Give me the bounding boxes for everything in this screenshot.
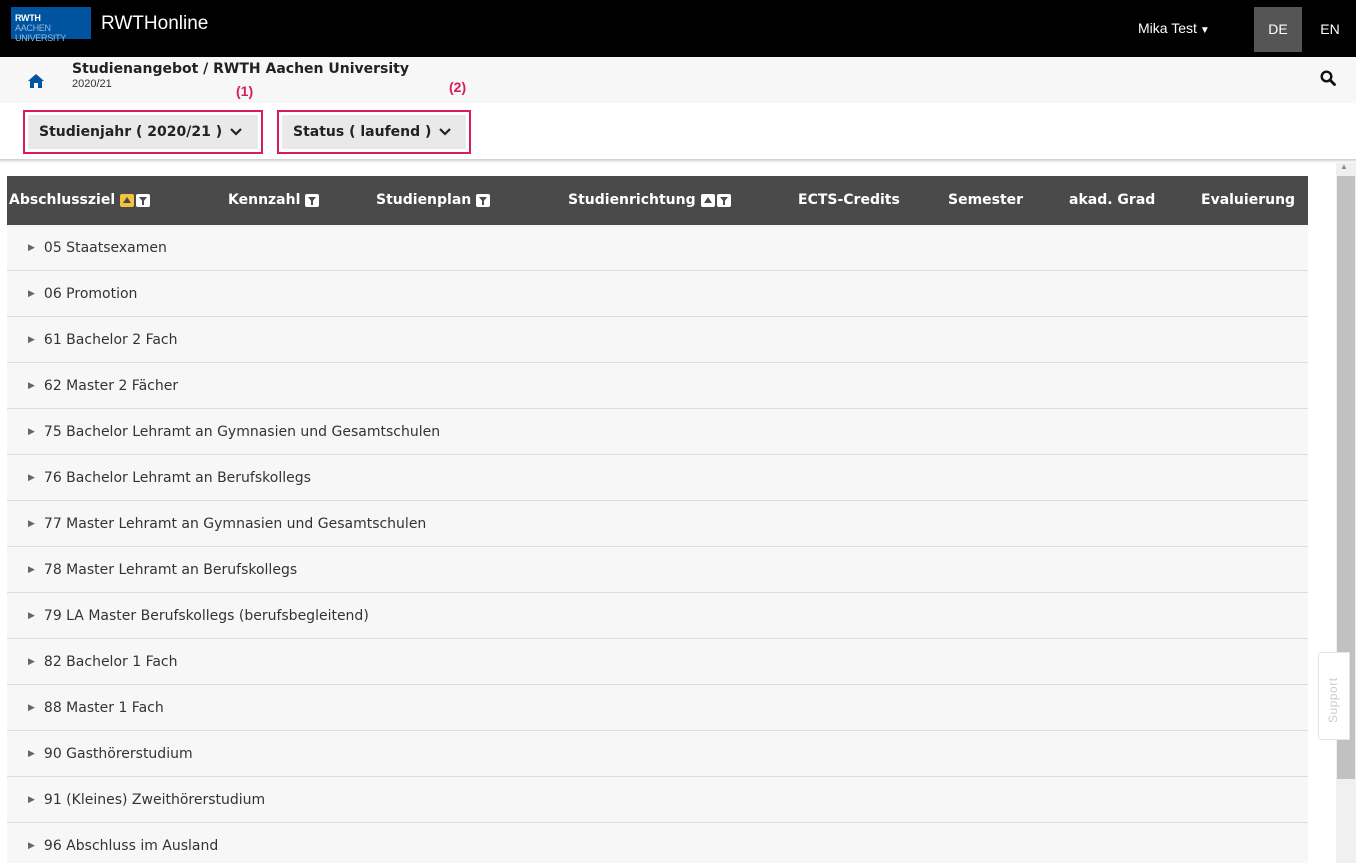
filter-studienjahr[interactable]: Studienjahr ( 2020/21 ) bbox=[23, 110, 263, 154]
user-name: Mika Test bbox=[1138, 20, 1197, 36]
page-title: Studienangebot / RWTH Aachen University bbox=[72, 61, 410, 77]
table-row[interactable]: ▶ 88 Master 1 Fach bbox=[7, 685, 1308, 731]
app-name[interactable]: RWTHonline bbox=[101, 13, 208, 35]
col-semester[interactable]: Semester bbox=[948, 192, 1023, 208]
table-row[interactable]: ▶ 77 Master Lehramt an Gymnasien und Gesa… bbox=[7, 501, 1308, 547]
col-abschlussziel[interactable]: Abschlussziel bbox=[9, 192, 151, 208]
filter-icon[interactable] bbox=[716, 193, 731, 207]
table-row[interactable]: ▶ 76 Bachelor Lehramt an Berufskollegs bbox=[7, 455, 1308, 501]
caret-down-icon: ▼ bbox=[1199, 25, 1210, 36]
col-kennzahl-label: Kennzahl bbox=[228, 192, 301, 208]
support-label: Support bbox=[1326, 677, 1340, 723]
expand-icon[interactable]: ▶ bbox=[28, 289, 35, 299]
row-label: 75 Bachelor Lehramt an Gymnasien und Ges… bbox=[43, 423, 441, 440]
logo-sub: AACHEN UNIVERSITY bbox=[15, 23, 67, 43]
expand-icon[interactable]: ▶ bbox=[28, 795, 35, 805]
filter-status[interactable]: Status ( laufend ) bbox=[277, 110, 471, 154]
row-label: 91 (Kleines) Zweithörerstudium bbox=[43, 791, 266, 808]
expand-icon[interactable]: ▶ bbox=[28, 519, 35, 529]
expand-icon[interactable]: ▶ bbox=[28, 565, 35, 575]
col-kennzahl[interactable]: Kennzahl bbox=[228, 192, 320, 208]
col-studienrichtung-label: Studienrichtung bbox=[568, 192, 696, 208]
col-ects-credits[interactable]: ECTS-Credits bbox=[798, 192, 900, 208]
rwth-logo[interactable]: RWTH AACHEN UNIVERSITY bbox=[11, 7, 91, 43]
page-header: Studienangebot / RWTH Aachen University … bbox=[0, 57, 1356, 103]
chevron-down-icon bbox=[230, 124, 242, 140]
col-studienplan-label: Studienplan bbox=[376, 192, 472, 208]
chevron-down-icon bbox=[439, 124, 452, 140]
logo-main: RWTH bbox=[15, 13, 41, 23]
lang-de-button[interactable]: DE bbox=[1254, 7, 1302, 52]
row-label: 79 LA Master Berufskollegs (berufsbeglei… bbox=[43, 607, 369, 624]
row-label: 61 Bachelor 2 Fach bbox=[43, 331, 178, 348]
table-row[interactable]: ▶ 61 Bachelor 2 Fach bbox=[7, 317, 1308, 363]
table-row[interactable]: ▶ 75 Bachelor Lehramt an Gymnasien und Ge… bbox=[7, 409, 1308, 455]
expand-icon[interactable]: ▶ bbox=[28, 703, 35, 713]
scroll-up-icon[interactable]: ▲ bbox=[1340, 162, 1348, 171]
table-header: Abschlussziel Kennzahl Studienplan Studi… bbox=[7, 176, 1308, 225]
support-tab[interactable]: Support bbox=[1318, 652, 1350, 740]
table-body: ▶ 05 Staatsexamen ▶ 06 Promotion ▶ 61 Bache… bbox=[7, 225, 1308, 863]
expand-icon[interactable]: ▶ bbox=[28, 381, 35, 391]
top-bar: RWTH AACHEN UNIVERSITY RWTHonline Mika T… bbox=[0, 0, 1356, 57]
search-icon[interactable] bbox=[1320, 70, 1336, 91]
expand-icon[interactable]: ▶ bbox=[28, 427, 35, 437]
row-label: 76 Bachelor Lehramt an Berufskollegs bbox=[43, 469, 311, 486]
row-label: 78 Master Lehramt an Berufskollegs bbox=[43, 561, 298, 578]
col-abschlussziel-label: Abschlussziel bbox=[9, 192, 116, 208]
row-label: 05 Staatsexamen bbox=[43, 239, 167, 256]
expand-icon[interactable]: ▶ bbox=[28, 657, 35, 667]
expand-icon[interactable]: ▶ bbox=[28, 611, 35, 621]
filter-icon[interactable] bbox=[476, 193, 491, 207]
row-label: 96 Abschluss im Ausland bbox=[43, 837, 219, 854]
row-label: 82 Bachelor 1 Fach bbox=[43, 653, 178, 670]
table-row[interactable]: ▶ 62 Master 2 Fächer bbox=[7, 363, 1308, 409]
table-row[interactable]: ▶ 90 Gasthörerstudium bbox=[7, 731, 1308, 777]
table-row[interactable]: ▶ 78 Master Lehramt an Berufskollegs bbox=[7, 547, 1308, 593]
col-studienrichtung[interactable]: Studienrichtung bbox=[568, 192, 731, 208]
filter-studienjahr-label: Studienjahr ( 2020/21 ) bbox=[39, 124, 223, 140]
table-row[interactable]: ▶ 91 (Kleines) Zweithörerstudium bbox=[7, 777, 1308, 823]
page-subtitle: 2020/21 bbox=[72, 78, 112, 90]
col-evaluierung[interactable]: Evaluierung bbox=[1201, 192, 1295, 208]
table-row[interactable]: ▶ 05 Staatsexamen bbox=[7, 225, 1308, 271]
row-label: 62 Master 2 Fächer bbox=[43, 377, 179, 394]
row-label: 77 Master Lehramt an Gymnasien und Gesam… bbox=[43, 515, 427, 532]
expand-icon[interactable]: ▶ bbox=[28, 841, 35, 851]
user-menu[interactable]: Mika Test ▼ bbox=[1138, 20, 1210, 36]
row-label: 88 Master 1 Fach bbox=[43, 699, 164, 716]
table-row[interactable]: ▶ 06 Promotion bbox=[7, 271, 1308, 317]
table-row[interactable]: ▶ 79 LA Master Berufskollegs (berufsbegle… bbox=[7, 593, 1308, 639]
home-icon[interactable] bbox=[28, 74, 44, 93]
divider bbox=[0, 159, 1356, 163]
filter-status-label: Status ( laufend ) bbox=[293, 124, 432, 140]
row-label: 06 Promotion bbox=[43, 285, 138, 302]
expand-icon[interactable]: ▶ bbox=[28, 243, 35, 253]
annotation-1: (1) bbox=[236, 83, 254, 99]
col-studienplan[interactable]: Studienplan bbox=[376, 192, 491, 208]
filter-icon[interactable] bbox=[136, 193, 151, 207]
table-row[interactable]: ▶ 96 Abschluss im Ausland bbox=[7, 823, 1308, 863]
annotation-2: (2) bbox=[449, 79, 467, 95]
sort-icon[interactable] bbox=[700, 193, 715, 207]
table-row[interactable]: ▶ 82 Bachelor 1 Fach bbox=[7, 639, 1308, 685]
sort-icon[interactable] bbox=[120, 193, 135, 207]
expand-icon[interactable]: ▶ bbox=[28, 335, 35, 345]
expand-icon[interactable]: ▶ bbox=[28, 473, 35, 483]
row-label: 90 Gasthörerstudium bbox=[43, 745, 193, 762]
col-akad-grad[interactable]: akad. Grad bbox=[1069, 192, 1155, 208]
expand-icon[interactable]: ▶ bbox=[28, 749, 35, 759]
filter-icon[interactable] bbox=[305, 193, 320, 207]
lang-en-button[interactable]: EN bbox=[1310, 7, 1350, 52]
